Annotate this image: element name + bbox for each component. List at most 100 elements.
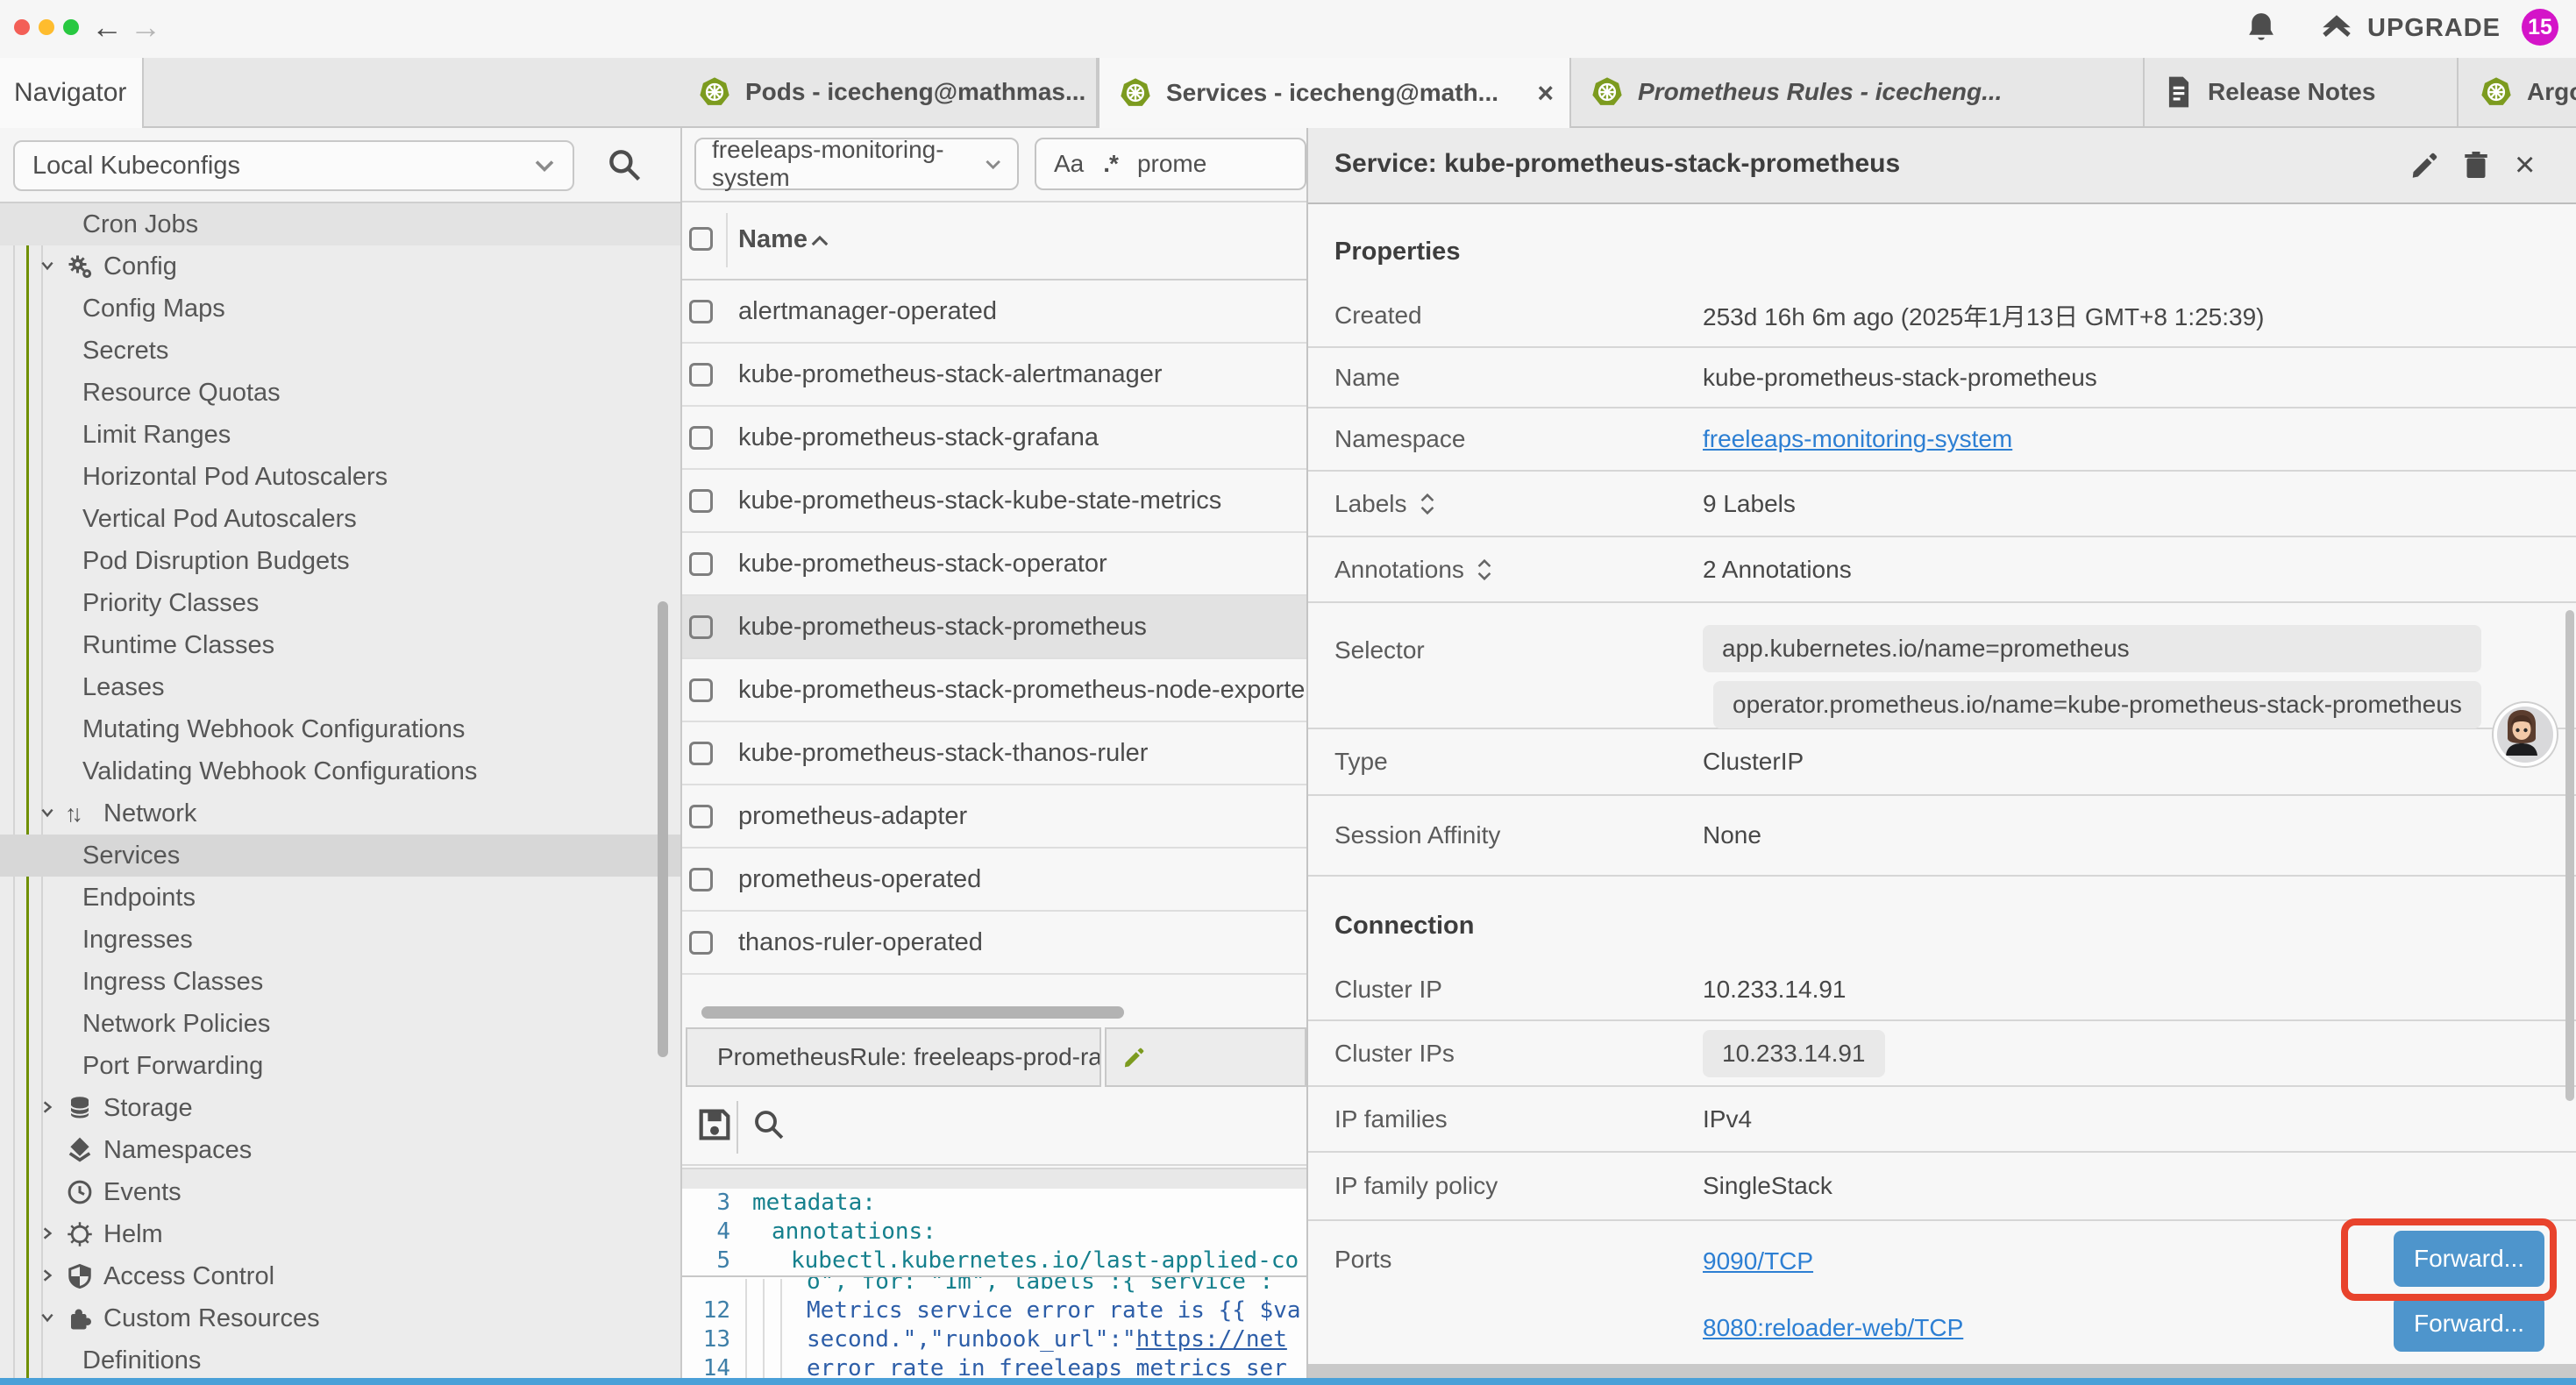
sidebar-item-storage[interactable]: Storage: [0, 1087, 680, 1129]
sidebar-scrollbar[interactable]: [658, 601, 668, 1057]
chevron-right-icon[interactable]: [39, 1099, 55, 1115]
kubeconfig-select[interactable]: Local Kubeconfigs: [13, 140, 574, 191]
table-row[interactable]: kube-prometheus-stack-kube-state-metrics: [682, 470, 1306, 533]
namespace-filter-select[interactable]: freeleaps-monitoring-system: [694, 138, 1019, 190]
sidebar-item-secrets[interactable]: Secrets: [0, 330, 680, 372]
sidebar-item-port-forwarding[interactable]: Port Forwarding: [0, 1045, 680, 1087]
row-checkbox[interactable]: [689, 805, 713, 828]
details-horizontal-scrollbar[interactable]: [1308, 1364, 2576, 1378]
upgrade-label[interactable]: UPGRADE: [2367, 14, 2501, 43]
table-row[interactable]: kube-prometheus-stack-grafana: [682, 407, 1306, 470]
sidebar-item-config-maps[interactable]: Config Maps: [0, 288, 680, 330]
sidebar-item-pod-disruption-budgets[interactable]: Pod Disruption Budgets: [0, 540, 680, 582]
match-case-toggle[interactable]: Aa: [1054, 150, 1084, 178]
table-row[interactable]: thanos-ruler-operated: [682, 912, 1306, 975]
horizontal-scrollbar[interactable]: [701, 1006, 1124, 1019]
sidebar-item-resource-quotas[interactable]: Resource Quotas: [0, 372, 680, 414]
sidebar-item-helm[interactable]: Helm: [0, 1213, 680, 1255]
sidebar-item-definitions[interactable]: Definitions: [0, 1339, 680, 1378]
notifications-bell-icon[interactable]: [2245, 11, 2278, 46]
sidebar-item-mutating-webhook-configurations[interactable]: Mutating Webhook Configurations: [0, 708, 680, 750]
chevron-down-icon[interactable]: [39, 805, 55, 820]
sidebar-item-ingress-classes[interactable]: Ingress Classes: [0, 961, 680, 1003]
chevron-down-icon[interactable]: [39, 1310, 55, 1325]
sidebar-item-validating-webhook-configurations[interactable]: Validating Webhook Configurations: [0, 750, 680, 792]
sidebar-item-services[interactable]: Services: [0, 835, 680, 877]
sidebar-item-endpoints[interactable]: Endpoints: [0, 877, 680, 919]
port-link[interactable]: 8080:reloader-web/TCP: [1703, 1314, 1963, 1342]
editor-tab-prometheusrule[interactable]: PrometheusRule: freeleaps-prod-rabbitmq: [686, 1027, 1101, 1087]
delete-trash-icon[interactable]: [2460, 149, 2492, 181]
notification-count-badge[interactable]: 15: [2522, 9, 2558, 46]
sidebar-item-events[interactable]: Events: [0, 1171, 680, 1213]
row-checkbox[interactable]: [689, 678, 713, 702]
sidebar-search-icon[interactable]: [605, 146, 644, 184]
close-panel-icon[interactable]: ×: [2515, 149, 2546, 181]
upgrade-icon[interactable]: [2318, 11, 2355, 47]
name-column-header[interactable]: Name: [738, 225, 808, 254]
table-row[interactable]: kube-prometheus-stack-alertmanager: [682, 344, 1306, 407]
cluster-ips-badge[interactable]: 10.233.14.91: [1703, 1030, 1885, 1077]
back-icon[interactable]: ←: [91, 7, 123, 47]
forward-icon[interactable]: →: [130, 7, 161, 47]
table-row[interactable]: kube-prometheus-stack-operator: [682, 533, 1306, 596]
sidebar-item-config[interactable]: Config: [0, 245, 680, 288]
navigator-panel-tab[interactable]: Navigator: [0, 58, 144, 128]
sidebar-item-priority-classes[interactable]: Priority Classes: [0, 582, 680, 624]
namespace-link[interactable]: freeleaps-monitoring-system: [1703, 425, 2012, 453]
details-scrollbar[interactable]: [2565, 610, 2574, 1101]
row-checkbox[interactable]: [689, 489, 713, 513]
row-checkbox[interactable]: [689, 742, 713, 765]
edit-pencil-icon[interactable]: [2409, 149, 2441, 181]
tab-prometheus-rules[interactable]: Prometheus Rules - icecheng...: [1571, 58, 2145, 126]
row-checkbox[interactable]: [689, 552, 713, 576]
close-window-button[interactable]: [14, 19, 30, 35]
sidebar-item-cron-jobs[interactable]: Cron Jobs: [0, 203, 680, 245]
save-icon[interactable]: [694, 1104, 735, 1145]
port-link[interactable]: 9090/TCP: [1703, 1247, 1963, 1275]
minimize-window-button[interactable]: [39, 19, 54, 35]
row-checkbox[interactable]: [689, 300, 713, 323]
tab-release-notes[interactable]: Release Notes: [2145, 58, 2459, 126]
tab-services[interactable]: Services - icecheng@math... ×: [1098, 58, 1571, 128]
forward-port-button[interactable]: Forward...: [2394, 1296, 2544, 1352]
sidebar-item-network[interactable]: ↑↓ Network: [0, 792, 680, 835]
row-checkbox[interactable]: [689, 363, 713, 387]
table-row[interactable]: kube-prometheus-stack-thanos-ruler: [682, 722, 1306, 785]
sidebar-item-namespaces[interactable]: Namespaces: [0, 1129, 680, 1171]
sidebar-item-leases[interactable]: Leases: [0, 666, 680, 708]
table-row[interactable]: alertmanager-operated: [682, 281, 1306, 344]
sidebar-item-vertical-pod-autoscalers[interactable]: Vertical Pod Autoscalers: [0, 498, 680, 540]
sidebar-item-access-control[interactable]: Access Control: [0, 1255, 680, 1297]
table-row[interactable]: prometheus-operated: [682, 849, 1306, 912]
sidebar-item-ingresses[interactable]: Ingresses: [0, 919, 680, 961]
tab-pods[interactable]: Pods - icecheng@mathmas...: [679, 58, 1098, 126]
row-checkbox[interactable]: [689, 615, 713, 639]
row-checkbox[interactable]: [689, 868, 713, 891]
avatar[interactable]: [2494, 703, 2557, 766]
tab-argo[interactable]: Argo Se: [2460, 58, 2576, 126]
table-row-selected[interactable]: kube-prometheus-stack-prometheus: [682, 596, 1306, 659]
row-checkbox[interactable]: [689, 426, 713, 450]
list-search-input[interactable]: Aa .* prome: [1035, 138, 1306, 190]
yaml-editor[interactable]: o", for: "1m", labels :{ service : 3meta…: [682, 1189, 1306, 1378]
select-all-checkbox[interactable]: [689, 227, 713, 251]
chevron-right-icon[interactable]: [39, 1225, 55, 1241]
table-row[interactable]: kube-prometheus-stack-prometheus-node-ex…: [682, 659, 1306, 722]
code-link[interactable]: https://net: [1136, 1326, 1287, 1353]
expand-collapse-icon[interactable]: [1420, 493, 1435, 515]
sidebar-item-runtime-classes[interactable]: Runtime Classes: [0, 624, 680, 666]
selector-badge[interactable]: operator.prometheus.io/name=kube-prometh…: [1713, 681, 2481, 728]
sidebar-item-limit-ranges[interactable]: Limit Ranges: [0, 414, 680, 456]
row-checkbox[interactable]: [689, 931, 713, 955]
sort-ascending-icon[interactable]: [810, 234, 829, 248]
chevron-down-icon[interactable]: [39, 258, 55, 273]
editor-search-icon[interactable]: [751, 1106, 787, 1143]
sidebar-item-horizontal-pod-autoscalers[interactable]: Horizontal Pod Autoscalers: [0, 456, 680, 498]
table-row[interactable]: prometheus-adapter: [682, 785, 1306, 849]
close-tab-icon[interactable]: ×: [1537, 77, 1554, 110]
chevron-right-icon[interactable]: [39, 1268, 55, 1283]
expand-collapse-icon[interactable]: [1477, 558, 1492, 581]
sidebar-item-network-policies[interactable]: Network Policies: [0, 1003, 680, 1045]
sidebar-item-custom-resources[interactable]: Custom Resources: [0, 1297, 680, 1339]
